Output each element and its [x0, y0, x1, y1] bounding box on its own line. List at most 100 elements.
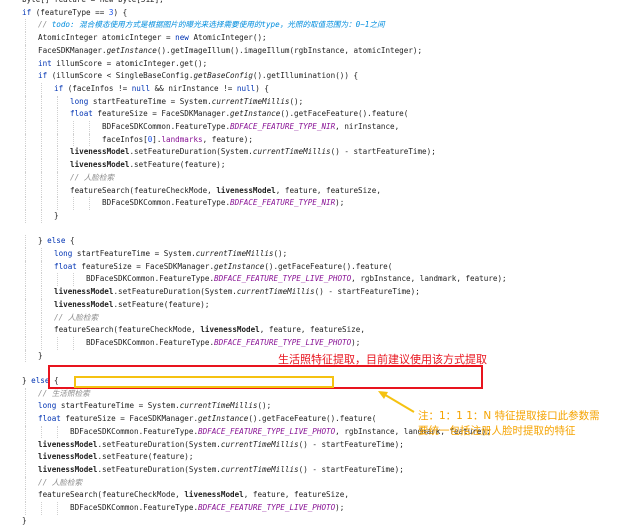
indent-guide — [41, 273, 42, 287]
code-line: long startFeatureTime = System.currentTi… — [70, 96, 303, 109]
code-token: if — [38, 71, 48, 81]
indent-guide — [41, 159, 42, 172]
code-token: ().getFaceFeature().feature( — [248, 414, 377, 424]
code-token: livenessModel — [38, 439, 98, 449]
code-token: BDFaceSDKCommon.FeatureType. — [70, 426, 199, 436]
code-token: (faceInfos != — [63, 83, 132, 93]
indent-guide — [41, 171, 42, 185]
code-token: livenessModel — [184, 490, 244, 500]
code-token: getInstance — [198, 414, 249, 424]
indent-guide — [89, 121, 90, 134]
code-token: BDFaceSDKCommon.FeatureType. — [86, 274, 215, 284]
indent-guide — [41, 209, 42, 223]
indent-guide — [25, 57, 26, 71]
indent-guide — [41, 146, 42, 160]
code-token: BDFACE_FEATURE_TYPE_LIVE_PHOTO — [198, 503, 336, 512]
code-token: getInstance — [214, 261, 265, 271]
code-line: long startFeatureTime = System.currentTi… — [38, 400, 271, 413]
code-token: livenessModel — [38, 452, 98, 462]
code-token: AtomicInteger(); — [188, 33, 267, 43]
indent-guide — [25, 400, 26, 414]
code-line: featureSearch(featureCheckMode, liveness… — [54, 324, 365, 337]
indent-guide — [25, 298, 26, 312]
indent-guide — [25, 121, 26, 134]
code-token: AtomicInteger atomicInteger = — [38, 33, 176, 43]
code-token: BDFaceSDKCommon.FeatureType. — [102, 198, 231, 208]
code-editor[interactable]: byte[] feature = new byte[512]; if (featu… — [0, 0, 617, 525]
indent-guide — [25, 349, 26, 363]
code-token: BDFACE_FEATURE_TYPE_NIR — [230, 198, 336, 208]
indent-guide — [25, 146, 26, 160]
indent-guide — [57, 502, 58, 515]
code-token: long — [38, 401, 57, 411]
code-token: float — [70, 109, 93, 119]
code-token: , nirInstance, — [335, 122, 400, 131]
indent-guide — [57, 184, 58, 198]
code-token: featureSearch(featureCheckMode, — [70, 185, 217, 195]
indent-guide — [25, 171, 26, 185]
code-token: : 混合模态使用方式是根据图片的曝光来选择需要使用的type，光照的取值范围为：… — [70, 20, 385, 30]
indent-guide — [25, 133, 26, 147]
code-token: getBaseConfig — [193, 71, 253, 81]
code-token: FaceSDKManager. — [38, 45, 107, 55]
code-line: } else { — [38, 235, 75, 248]
code-token: BDFaceSDKCommon.FeatureType. — [102, 122, 231, 131]
code-line: FaceSDKManager.getInstance().getImageIll… — [38, 45, 422, 58]
code-token: livenessModel — [54, 299, 114, 309]
indent-guide — [41, 248, 42, 261]
code-token: featureSearch(featureCheckMode, — [38, 490, 185, 500]
code-line: livenessModel.setFeature(feature); — [38, 451, 193, 464]
code-token: getInstance — [230, 109, 281, 119]
indent-guide — [57, 146, 58, 160]
code-line: long startFeatureTime = System.currentTi… — [54, 248, 287, 261]
indent-guide — [73, 197, 74, 210]
code-token: BDFACE_FEATURE_TYPE_LIVE_PHOTO — [198, 426, 336, 436]
code-line: BDFaceSDKCommon.FeatureType.BDFACE_FEATU… — [102, 197, 344, 210]
code-line: // 人脸检索 — [70, 172, 114, 185]
indent-guide — [41, 133, 42, 147]
code-token: livenessModel — [70, 160, 130, 170]
code-token: startFeatureTime = System. — [88, 96, 212, 106]
annotation-yellow-note-line1: 注：1：1 1：N 特征提取接口此参数需 — [418, 410, 600, 422]
indent-guide — [41, 336, 42, 350]
indent-guide — [25, 463, 26, 477]
code-line: } — [38, 350, 43, 363]
code-token: BDFaceSDKCommon.FeatureType. — [70, 503, 199, 512]
code-token: ); — [335, 198, 345, 208]
indent-guide — [41, 197, 42, 210]
indent-guide — [41, 82, 42, 96]
code-line: float featureSize = FaceSDKManager.getIn… — [38, 413, 376, 426]
code-token: landmarks — [161, 134, 203, 144]
code-token: currentTimeMillis — [179, 401, 258, 411]
highlight-box-yellow — [74, 376, 334, 388]
indent-guide — [73, 336, 74, 350]
indent-guide — [41, 184, 42, 198]
code-line: livenessModel.setFeatureDuration(System.… — [70, 146, 436, 159]
code-line: if (illumScore < SingleBaseConfig.getBas… — [38, 70, 358, 83]
indent-guide — [57, 425, 58, 439]
code-line: AtomicInteger atomicInteger = new Atomic… — [38, 32, 267, 45]
code-token: currentTimeMillis — [211, 96, 290, 106]
code-line: livenessModel.setFeatureDuration(System.… — [38, 439, 404, 452]
code-token: null — [131, 83, 151, 93]
indent-guide — [41, 108, 42, 121]
code-line: livenessModel.setFeature(feature); — [70, 159, 225, 172]
code-token: } — [22, 515, 27, 525]
indent-guide — [57, 171, 58, 185]
code-token: , feature, featureSize, — [275, 185, 381, 195]
indent-guide — [25, 451, 26, 464]
code-token: BDFaceSDKCommon.FeatureType. — [86, 337, 215, 347]
indent-guide — [25, 184, 26, 198]
code-line: BDFaceSDKCommon.FeatureType.BDFACE_FEATU… — [102, 121, 399, 134]
code-token: todo — [51, 20, 71, 30]
code-token: ) { — [113, 7, 128, 17]
indent-guide — [25, 248, 26, 261]
code-token: (); — [257, 401, 272, 411]
indent-guide — [41, 311, 42, 325]
indent-guide — [25, 70, 26, 83]
code-token: startFeatureTime = System. — [56, 401, 180, 411]
code-line: featureSearch(featureCheckMode, liveness… — [38, 489, 349, 502]
indent-guide — [25, 159, 26, 172]
code-line: // todo: 混合模态使用方式是根据图片的曝光来选择需要使用的type，光照… — [38, 19, 385, 32]
indent-guide — [41, 324, 42, 337]
